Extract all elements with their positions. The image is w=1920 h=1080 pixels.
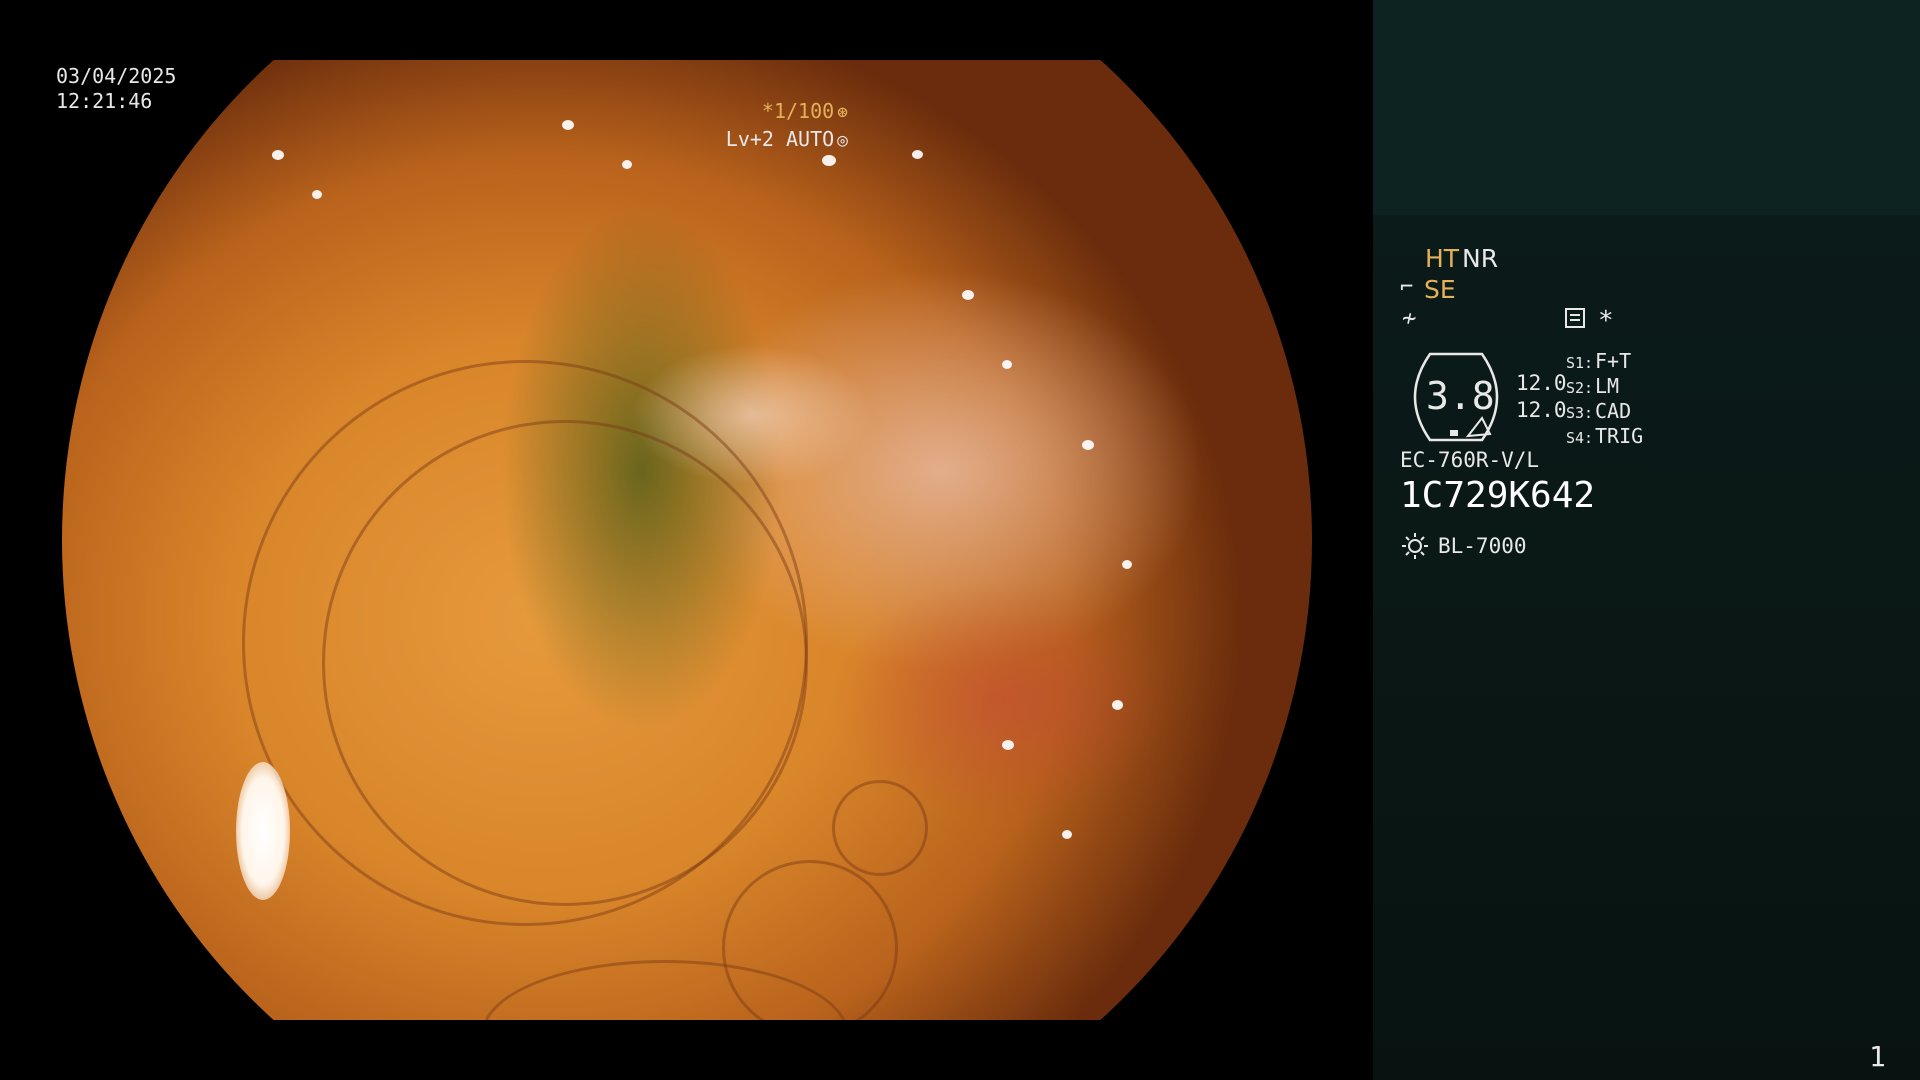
switch-key-2: S2: (1566, 379, 1594, 397)
specular-highlight (822, 155, 836, 166)
mucosal-fold (322, 420, 808, 906)
switch-value-4: TRIG (1595, 424, 1644, 448)
asterisk-marker: * (1598, 306, 1614, 336)
light-glare (236, 762, 290, 900)
switch-key-4: S4: (1566, 429, 1594, 447)
time-display: 12:21:46 (56, 89, 153, 113)
light-source: BL-7000 (1438, 534, 1527, 558)
brightness-level: Lv+2 AUTO ◎ (726, 127, 848, 153)
specular-highlight (962, 290, 974, 300)
info-panel (1373, 215, 1920, 1080)
scope-serial: 1C729K642 (1400, 475, 1596, 516)
info-panel-header (1373, 0, 1920, 215)
specular-highlight (1122, 560, 1132, 569)
specular-highlight (1112, 700, 1123, 710)
aperture-icon: ⊛ (837, 102, 848, 123)
level-label: Lv+2 AUTO (725, 127, 835, 151)
date-display: 03/04/2025 (56, 64, 177, 88)
switch-value-1: F+T (1595, 349, 1632, 373)
specular-highlight (1082, 440, 1094, 450)
switch-key-3: S3: (1566, 404, 1594, 422)
ht-indicator: HT (1425, 244, 1460, 273)
specular-highlight (312, 190, 322, 199)
shutter-label: *1/100 (761, 99, 835, 123)
specular-highlight (912, 150, 923, 159)
structure-enhance-icon: ⌐ (1400, 275, 1414, 300)
document-icon (1565, 308, 1585, 328)
nr-indicator: NR (1462, 244, 1499, 273)
switch-value-2: LM (1595, 374, 1620, 398)
shutter-speed: *1/100 ⊛ (762, 99, 848, 125)
iris-icon: ◎ (837, 130, 848, 151)
specular-highlight (1002, 360, 1012, 369)
specular-highlight (1062, 830, 1072, 839)
setting-value-2: 12.0 (1516, 398, 1567, 422)
specular-highlight (562, 120, 574, 130)
zoom-value: 3.8 (1426, 374, 1495, 418)
bubble (832, 780, 928, 876)
se-indicator: SE (1424, 275, 1456, 304)
specular-highlight (272, 150, 284, 160)
endoscope-view: 03/04/2025 12:21:46 *1/100 ⊛ Lv+2 AUTO ◎ (0, 0, 1372, 1080)
specular-highlight (622, 160, 632, 169)
scope-model: EC-760R-V/L (1400, 448, 1540, 472)
switch-key-1: S1: (1566, 354, 1594, 372)
sun-icon (1402, 533, 1428, 559)
setting-value-1: 12.0 (1516, 371, 1567, 395)
freeze-icon: ≁ (1402, 304, 1417, 332)
switch-value-3: CAD (1595, 399, 1632, 423)
specular-highlight (1002, 740, 1014, 750)
page-number: 1 (1869, 1040, 1886, 1073)
